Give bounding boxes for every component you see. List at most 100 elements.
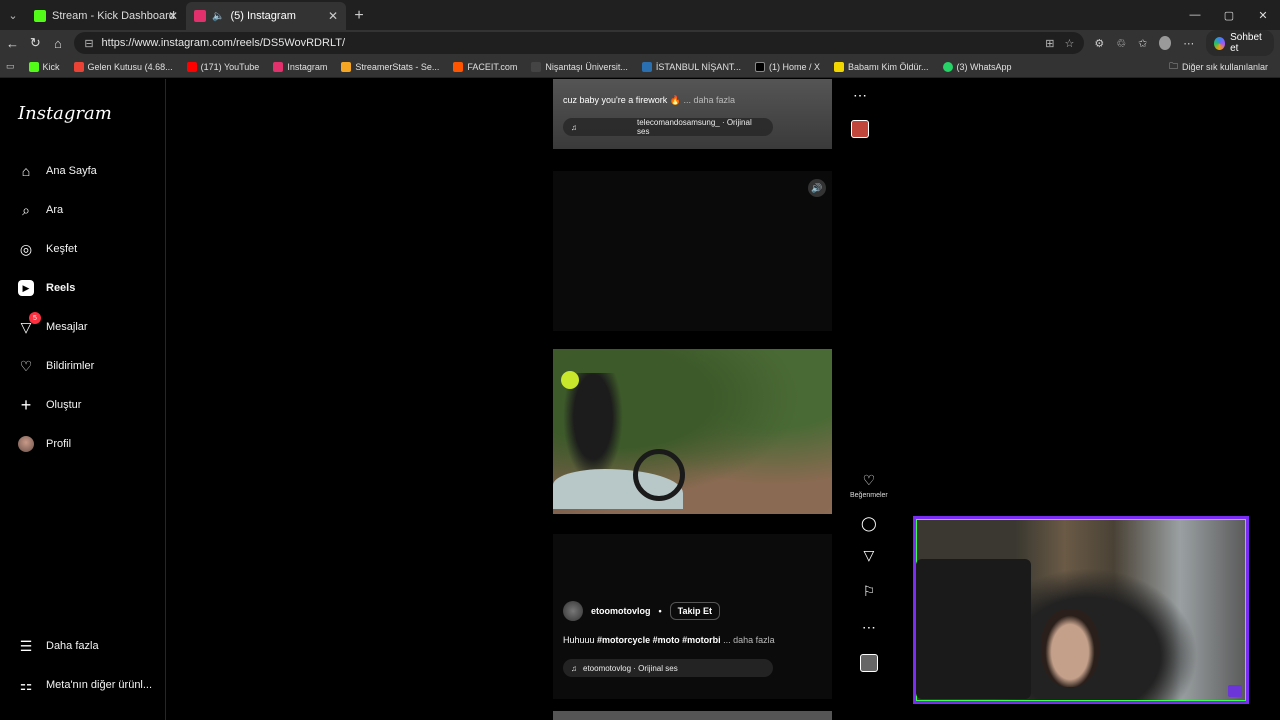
audio-thumbnail-icon[interactable] (850, 119, 870, 139)
bookmark-gmail[interactable]: Gelen Kutusu (4.68... (73, 61, 173, 72)
nav-notifications[interactable]: ♡ Bildirimler (18, 358, 95, 374)
home-button-icon[interactable]: ⌂ (52, 36, 65, 51)
audio-pill[interactable]: ♫ telecomandosamsung_ · Orijinal ses (563, 118, 773, 136)
audio-pill[interactable]: ♫ etoomotovlog · Orijinal ses (563, 659, 773, 677)
app-available-icon[interactable]: ⊞ (1045, 37, 1054, 50)
profile-avatar-icon[interactable] (1159, 36, 1172, 50)
address-bar-actions: ⊞ ☆ (1045, 37, 1074, 50)
bookmark-istanbul-nisantasi[interactable]: İSTANBUL NİŞANT... (641, 61, 741, 72)
address-bar[interactable]: ⊟ https://www.instagram.com/reels/DS5Wov… (74, 32, 1085, 54)
bookmark-kick[interactable]: Kick (28, 61, 60, 72)
stats-icon (341, 61, 352, 72)
maximize-icon[interactable]: ▢ (1212, 0, 1246, 30)
volume-icon[interactable]: 🔊 (808, 179, 826, 197)
bookmark-youtube[interactable]: (171) YouTube (186, 61, 259, 72)
other-bookmarks[interactable]: 🗀 Diğer sık kullanılanlar (1169, 59, 1268, 75)
browser-tab-bar: ⌄ Stream - Kick Dashboard ✕ 🔈 (5) Instag… (0, 0, 1280, 30)
previous-reel[interactable]: cuz baby you're a firework 🔥 ... daha fa… (553, 79, 832, 149)
bookmark-faceit[interactable]: FACEIT.com (453, 61, 517, 72)
current-reel-video[interactable] (553, 349, 832, 514)
site-info-icon[interactable]: ⊟ (84, 37, 93, 50)
tab-list-dropdown-icon[interactable]: ⌄ (0, 0, 26, 30)
tab-kick-dashboard[interactable]: Stream - Kick Dashboard ✕ (26, 2, 186, 30)
refresh-icon[interactable]: ↻ (29, 35, 42, 51)
comment-icon[interactable]: ◯ (859, 513, 879, 533)
whatsapp-icon (942, 61, 953, 72)
video-wheel (633, 449, 685, 501)
video-helmet (561, 371, 579, 389)
copilot-icon (1214, 36, 1226, 50)
follow-button[interactable]: Takip Et (669, 602, 720, 620)
tab-close-icon[interactable]: ✕ (328, 9, 338, 23)
previous-reel-actions: ⋯ (850, 85, 870, 139)
separator-dot: • (658, 606, 662, 616)
hashtags[interactable]: #motorcycle #moto #motorbi (597, 635, 721, 645)
nav-create[interactable]: + Oluştur (18, 394, 82, 415)
reading-view-icon[interactable]: ▭ (6, 61, 15, 72)
nav-explore[interactable]: ◎ Keşfet (18, 241, 77, 257)
share-icon[interactable]: ▽ (859, 545, 879, 565)
favorites-icon[interactable]: ✩ (1138, 37, 1147, 50)
browser-essentials-icon[interactable]: ♲ (1116, 37, 1126, 50)
bookmark-icon[interactable]: ⚐ (859, 581, 879, 601)
nav-search[interactable]: ⌕ Ara (18, 202, 63, 218)
webcam-person (1041, 609, 1099, 687)
kick-icon (28, 61, 39, 72)
university-icon (531, 61, 542, 72)
messenger-icon: ▽ 5 (18, 312, 41, 335)
author-username[interactable]: etoomotovlog (591, 606, 651, 616)
more-menu-icon[interactable]: ⋯ (1183, 37, 1194, 50)
bookmark-whatsapp[interactable]: (3) WhatsApp (942, 61, 1012, 72)
webcam-logo-icon (1228, 685, 1242, 697)
gmail-icon (73, 61, 84, 72)
back-icon[interactable]: ← (6, 36, 19, 51)
nav-profile[interactable]: Profil (18, 436, 71, 452)
nav-home[interactable]: ⌂ Ana Sayfa (18, 163, 97, 179)
extensions-icon[interactable]: ⚙ (1094, 37, 1104, 50)
speaker-icon[interactable]: 🔈 (212, 11, 224, 22)
tab-label: Stream - Kick Dashboard (52, 10, 175, 22)
close-window-icon[interactable]: ✕ (1246, 0, 1280, 30)
tab-close-icon[interactable]: ✕ (168, 9, 178, 23)
instagram-page: Instagram ⌂ Ana Sayfa ⌕ Ara ◎ Keşfet ▶ R… (0, 79, 1280, 720)
compass-icon: ◎ (19, 240, 33, 257)
audio-thumbnail-icon[interactable] (859, 653, 879, 673)
video-rider (563, 373, 623, 483)
nav-more[interactable]: ☰ Daha fazla (18, 638, 99, 654)
bookmark-site-icon (833, 61, 844, 72)
plus-icon: + (20, 394, 32, 415)
tab-label: (5) Instagram (230, 10, 296, 22)
bookmarks-bar: ▭ Kick Gelen Kutusu (4.68... (171) YouTu… (0, 56, 1280, 78)
favorite-star-icon[interactable]: ☆ (1064, 37, 1074, 50)
hamburger-menu-icon: ☰ (19, 637, 33, 654)
folder-icon: 🗀 (1168, 60, 1178, 71)
copilot-button[interactable]: Sohbet et (1206, 30, 1274, 56)
youtube-icon (186, 61, 197, 72)
more-options-icon[interactable]: ⋯ (859, 617, 879, 637)
next-reel-peek[interactable] (553, 711, 832, 720)
bookmark-babami[interactable]: Babamı Kim Öldür... (833, 61, 929, 72)
nav-reels[interactable]: ▶ Reels (18, 280, 75, 296)
nav-messages[interactable]: ▽ 5 Mesajlar (18, 312, 88, 335)
copilot-label: Sohbet et (1230, 32, 1262, 54)
bookmark-nisantasi[interactable]: Nişantaşı Üniversit... (531, 61, 628, 72)
more-link[interactable]: ... daha fazla (723, 635, 775, 645)
nav-meta-products[interactable]: ⚏ Meta'nın diğer ürünl... (18, 677, 152, 693)
x-icon (754, 61, 765, 72)
bookmark-streamerstats[interactable]: StreamerStats - Se... (341, 61, 439, 72)
music-note-icon: ♫ (571, 122, 577, 132)
minimize-icon[interactable]: — (1178, 0, 1212, 30)
more-link[interactable]: ... daha fazla (684, 95, 736, 105)
author-avatar[interactable] (563, 601, 583, 621)
bookmark-x[interactable]: (1) Home / X (754, 61, 820, 72)
bookmark-instagram[interactable]: Instagram (273, 61, 327, 72)
instagram-logo[interactable]: Instagram (18, 103, 112, 124)
new-tab-button[interactable]: + (346, 2, 372, 30)
tab-instagram[interactable]: 🔈 (5) Instagram ✕ (186, 2, 346, 30)
reel-video-loading[interactable]: 🔊 (553, 171, 832, 331)
more-options-icon[interactable]: ⋯ (850, 85, 870, 105)
audio-label: telecomandosamsung_ · Orijinal ses (637, 118, 752, 136)
like-heart-icon[interactable]: ♡ (859, 470, 879, 490)
meta-apps-icon: ⚏ (19, 676, 33, 693)
current-reel-actions: ♡ Beğenmeler ◯ ▽ ⚐ ⋯ (850, 470, 888, 673)
